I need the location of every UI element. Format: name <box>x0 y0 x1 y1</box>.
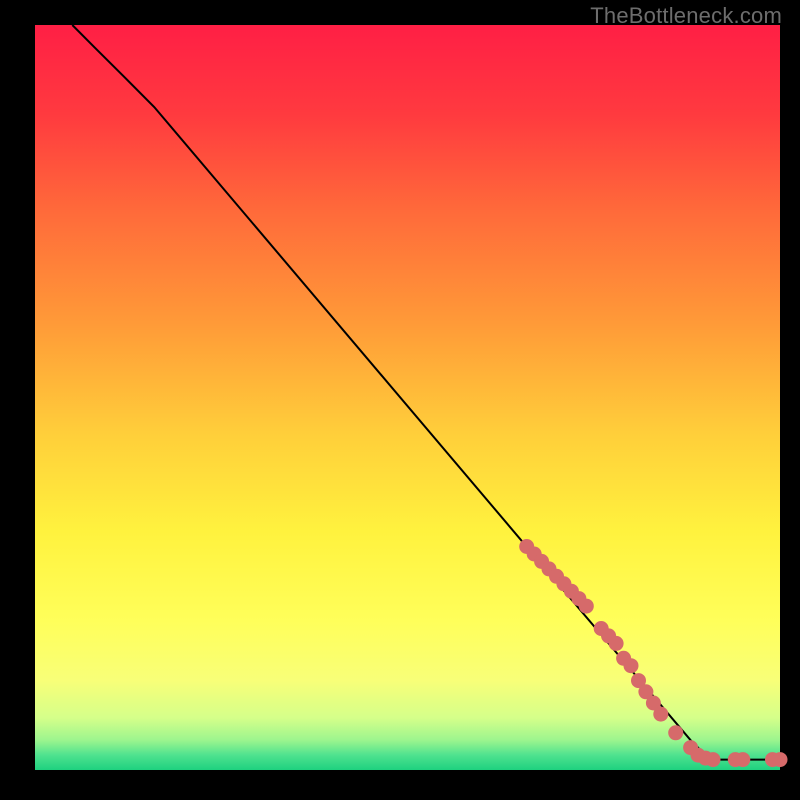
data-point <box>624 658 639 673</box>
data-point <box>653 707 668 722</box>
data-point <box>579 599 594 614</box>
chart-svg <box>35 25 780 770</box>
data-point <box>773 752 788 767</box>
data-point <box>668 725 683 740</box>
chart-frame: TheBottleneck.com <box>0 0 800 800</box>
data-point <box>735 752 750 767</box>
scatter-points <box>519 539 787 767</box>
data-point <box>609 636 624 651</box>
plot-area <box>35 25 780 770</box>
bottleneck-curve <box>72 25 780 760</box>
data-point <box>706 752 721 767</box>
